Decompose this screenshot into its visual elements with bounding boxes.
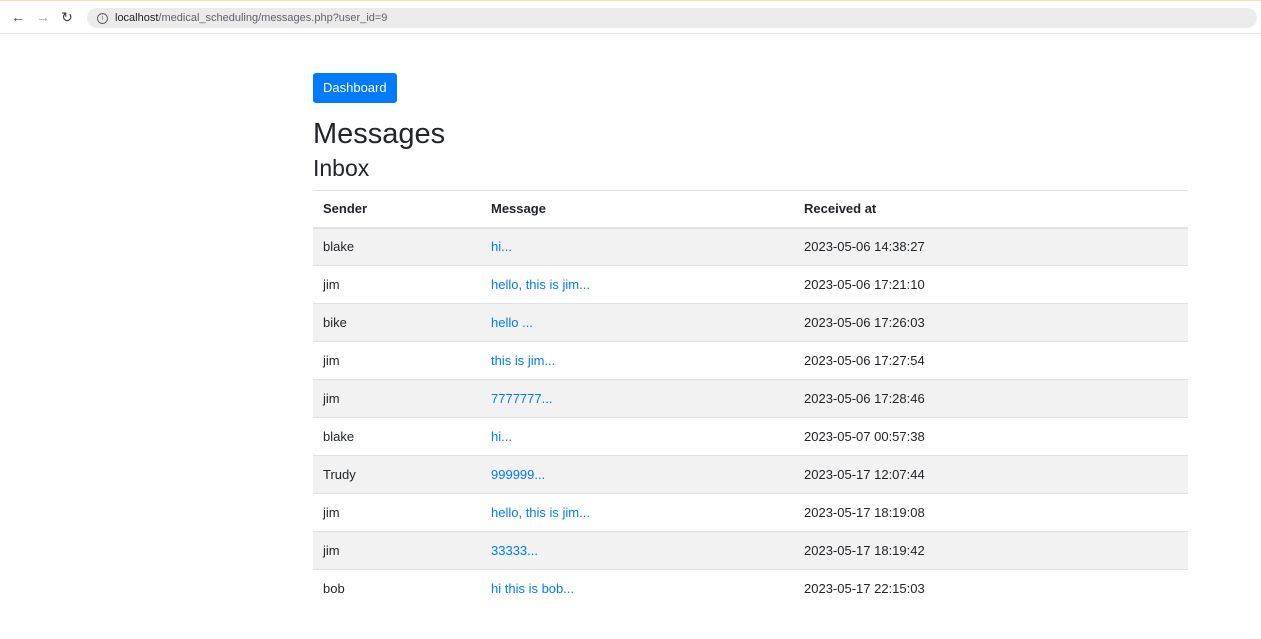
received-at-cell: 2023-05-06 17:26:03 (794, 303, 1188, 342)
arrow-left-icon[interactable]: ← (9, 8, 27, 26)
message-link[interactable]: hi... (491, 429, 512, 444)
sender-cell: jim (313, 341, 481, 380)
table-row: Trudy 999999... 2023-05-17 12:07:44 (313, 455, 1188, 494)
sender-cell: jim (313, 379, 481, 418)
inbox-title: Inbox (313, 155, 370, 181)
table-row: blake hi... 2023-05-07 00:57:38 (313, 417, 1188, 456)
info-icon[interactable]: i (97, 12, 108, 24)
message-cell: this is jim... (481, 341, 794, 380)
table-row: jim 7777777... 2023-05-06 17:28:46 (313, 379, 1188, 418)
sender-cell: blake (313, 227, 481, 266)
message-link[interactable]: hello, this is jim... (491, 505, 590, 520)
message-cell: hi this is bob... (481, 569, 794, 608)
page-title: Messages (313, 118, 446, 150)
sender-cell: Trudy (313, 455, 481, 494)
main-container: Dashboard Messages Inbox Sender Message … (313, 73, 1188, 608)
received-at-cell: 2023-05-06 14:38:27 (794, 227, 1188, 266)
table-row: blake hi... 2023-05-06 14:38:27 (313, 227, 1188, 266)
received-at-cell: 2023-05-17 12:07:44 (794, 455, 1188, 494)
inbox-table: Sender Message Received at blake hi... 2… (313, 190, 1188, 608)
sender-cell: jim (313, 531, 481, 570)
table-row: jim hello, this is jim... 2023-05-17 18:… (313, 493, 1188, 532)
message-link[interactable]: 33333... (491, 543, 538, 558)
message-link[interactable]: 7777777... (491, 391, 552, 406)
message-cell: hello, this is jim... (481, 265, 794, 304)
dashboard-button[interactable]: Dashboard (313, 73, 397, 103)
reload-icon[interactable]: ↻ (58, 8, 76, 26)
message-cell: hi... (481, 417, 794, 456)
message-cell: hello, this is jim... (481, 493, 794, 532)
table-row: bike hello ... 2023-05-06 17:26:03 (313, 303, 1188, 342)
received-at-cell: 2023-05-17 18:19:08 (794, 493, 1188, 532)
sender-cell: blake (313, 417, 481, 456)
url-host: localhost (115, 12, 159, 24)
header-received-at: Received at (794, 190, 1188, 229)
sender-cell: bob (313, 569, 481, 608)
received-at-cell: 2023-05-17 18:19:42 (794, 531, 1188, 570)
message-link[interactable]: hello, this is jim... (491, 277, 590, 292)
message-cell: hello ... (481, 303, 794, 342)
message-cell: hi... (481, 227, 794, 266)
table-row: bob hi this is bob... 2023-05-17 22:15:0… (313, 569, 1188, 608)
arrow-right-icon[interactable]: → (34, 8, 52, 26)
message-cell: 33333... (481, 531, 794, 570)
table-header-row: Sender Message Received at (313, 190, 1188, 229)
browser-toolbar: ← → ↻ i localhost/medical_scheduling/mes… (0, 0, 1261, 34)
header-message: Message (481, 190, 794, 229)
message-link[interactable]: 999999... (491, 467, 545, 482)
received-at-cell: 2023-05-17 22:15:03 (794, 569, 1188, 608)
received-at-cell: 2023-05-06 17:27:54 (794, 341, 1188, 380)
address-bar[interactable]: i localhost/medical_scheduling/messages.… (87, 8, 1257, 28)
message-cell: 999999... (481, 455, 794, 494)
message-cell: 7777777... (481, 379, 794, 418)
header-sender: Sender (313, 190, 481, 229)
message-link[interactable]: hi this is bob... (491, 581, 574, 596)
message-link[interactable]: this is jim... (491, 353, 555, 368)
message-link[interactable]: hello ... (491, 315, 533, 330)
table-row: jim hello, this is jim... 2023-05-06 17:… (313, 265, 1188, 304)
table-row: jim this is jim... 2023-05-06 17:27:54 (313, 341, 1188, 380)
sender-cell: jim (313, 493, 481, 532)
message-link[interactable]: hi... (491, 239, 512, 254)
received-at-cell: 2023-05-06 17:28:46 (794, 379, 1188, 418)
table-row: jim 33333... 2023-05-17 18:19:42 (313, 531, 1188, 570)
received-at-cell: 2023-05-07 00:57:38 (794, 417, 1188, 456)
sender-cell: jim (313, 265, 481, 304)
sender-cell: bike (313, 303, 481, 342)
url-path: /medical_scheduling/messages.php?user_id… (158, 12, 388, 24)
received-at-cell: 2023-05-06 17:21:10 (794, 265, 1188, 304)
